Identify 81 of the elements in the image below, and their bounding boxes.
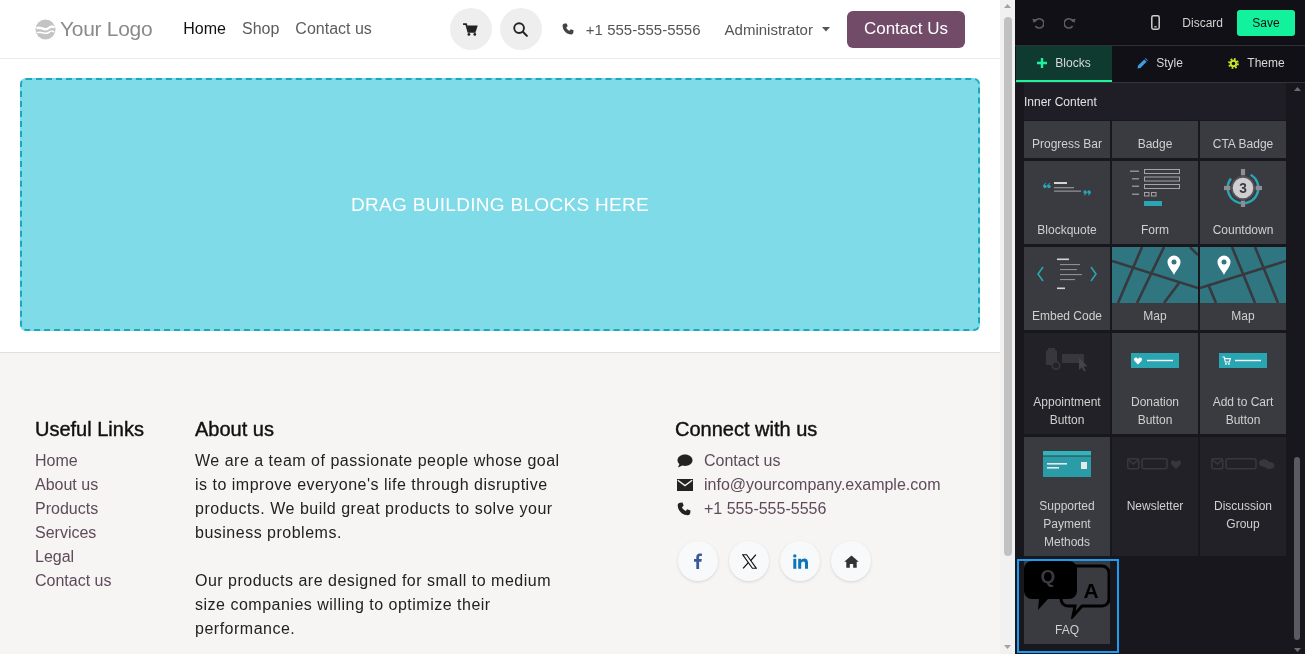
footer-heading: Useful Links: [35, 417, 145, 441]
nav-link[interactable]: Shop: [242, 20, 280, 38]
search-button[interactable]: [499, 8, 542, 50]
cart-button[interactable]: [449, 8, 492, 50]
countdown-icon: 3: [1224, 169, 1262, 207]
payment-card-icon: [1043, 451, 1091, 477]
drop-zone-label: DRAG BUILDING BLOCKS HERE: [351, 193, 649, 216]
redo-icon: [1064, 16, 1076, 29]
envelope-icon: [677, 479, 693, 491]
block-tile[interactable]: Progress Bar: [1024, 121, 1110, 158]
block-tile[interactable]: Map: [1200, 247, 1286, 330]
contact-link[interactable]: Contact us: [675, 449, 781, 473]
contact-link[interactable]: info@yourcompany.example.com: [675, 473, 941, 497]
facebook-icon: [694, 553, 702, 569]
scrollbar-thumb[interactable]: [1294, 457, 1300, 640]
panel-tab[interactable]: Theme: [1208, 46, 1305, 82]
contact-link[interactable]: +1 555-555-5556: [675, 497, 827, 521]
cart-button-icon: [1219, 352, 1267, 368]
phone-link[interactable]: +1 555-555-5556: [561, 20, 701, 38]
about-paragraph: Our products are designed for small to medium size companies willing to optimize their performance.: [195, 571, 552, 639]
redo-button[interactable]: [1064, 16, 1076, 29]
scrollbar-thumb[interactable]: [1003, 17, 1012, 556]
block-tile[interactable]: Form: [1112, 161, 1198, 244]
block-tile[interactable]: Map: [1112, 247, 1198, 330]
block-tile[interactable]: Supported Payment Methods: [1024, 437, 1110, 556]
page-scrollbar[interactable]: [1000, 0, 1015, 654]
gear-icon: [1228, 57, 1240, 69]
block-tile[interactable]: Embed Code: [1024, 247, 1110, 330]
form-icon: [1129, 169, 1181, 207]
scroll-down-icon: [1004, 645, 1011, 649]
logo-icon: [35, 18, 56, 40]
code-icon: [1037, 258, 1097, 290]
footer-link[interactable]: Home: [35, 449, 78, 473]
block-tile[interactable]: Donation Button: [1112, 333, 1198, 434]
block-tile[interactable]: Blockquote: [1024, 161, 1110, 244]
block-tile[interactable]: CTA Badge: [1200, 121, 1286, 158]
chat-icon: [677, 454, 693, 468]
footer-heading: About us: [195, 417, 275, 441]
section-heading: Inner Content: [1024, 83, 1286, 120]
x-logo-icon: [741, 553, 757, 569]
nav-link[interactable]: Home: [183, 20, 226, 38]
discard-button[interactable]: Discard: [1182, 15, 1223, 30]
pencil-icon: [1137, 57, 1149, 69]
undo-button[interactable]: [1032, 16, 1044, 29]
home-icon: [843, 554, 859, 568]
footer-heading: Connect with us: [675, 417, 819, 441]
quote-icon: [1043, 180, 1091, 196]
caret-icon: [821, 26, 830, 32]
social-link[interactable]: [729, 541, 769, 581]
contact-us-button[interactable]: Contact Us: [846, 10, 965, 48]
block-tile[interactable]: Badge: [1112, 121, 1198, 158]
linkedin-icon: [792, 553, 808, 569]
search-icon: [513, 21, 529, 37]
panel-tab[interactable]: Blocks: [1016, 46, 1112, 82]
undo-icon: [1032, 16, 1044, 29]
plus-icon: [1037, 58, 1048, 68]
block-tile[interactable]: Q A FAQ: [1017, 559, 1119, 653]
block-tile[interactable]: Add to Cart Button: [1200, 333, 1286, 434]
social-link[interactable]: [678, 541, 718, 581]
footer-link[interactable]: Legal: [35, 545, 75, 569]
mobile-preview-button[interactable]: [1151, 15, 1161, 30]
panel-tab[interactable]: Style: [1112, 46, 1208, 82]
about-paragraph: We are a team of passionate people whose goal is to improve everyone's life through disruptive products. We build great products to solve your business problems.: [195, 451, 561, 543]
footer-link[interactable]: About us: [35, 473, 99, 497]
footer-link[interactable]: Contact us: [35, 569, 112, 593]
scroll-down-icon: [1293, 648, 1301, 652]
footer-link[interactable]: Services: [35, 521, 97, 545]
donation-button-icon: [1131, 352, 1179, 368]
block-tile[interactable]: 3 Countdown: [1200, 161, 1286, 244]
cart-icon: [463, 22, 479, 36]
appointment-icon: [1044, 348, 1090, 372]
phone-icon: [677, 502, 691, 516]
phone-icon: [561, 23, 574, 35]
social-link[interactable]: [831, 541, 871, 581]
save-button[interactable]: Save: [1237, 9, 1295, 36]
user-menu[interactable]: Administrator: [724, 20, 830, 38]
scroll-up-icon: [1004, 4, 1011, 8]
nav-link[interactable]: Contact us: [295, 20, 372, 38]
mobile-icon: [1151, 15, 1161, 30]
scroll-up-icon: [1293, 87, 1301, 91]
footer-link[interactable]: Products: [35, 497, 99, 521]
